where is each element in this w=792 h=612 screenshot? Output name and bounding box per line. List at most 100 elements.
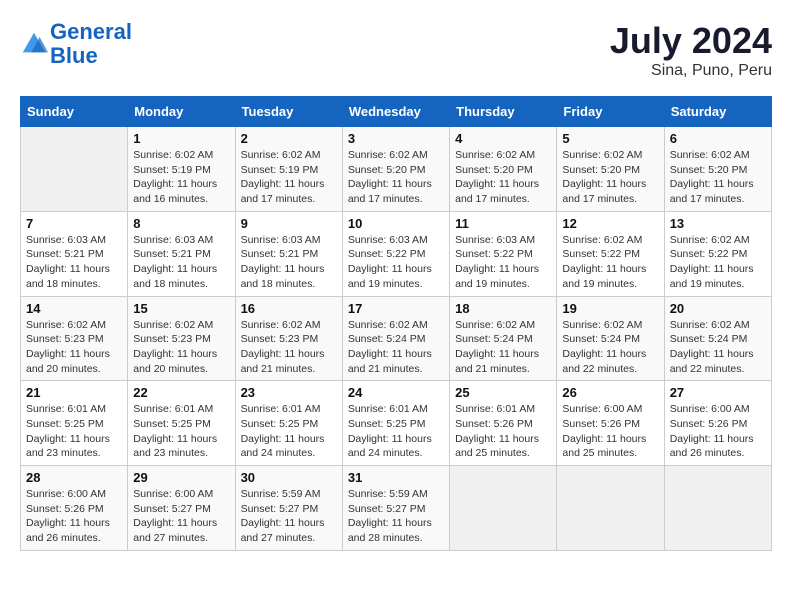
day-info: Sunrise: 5:59 AMSunset: 5:27 PMDaylight:…	[348, 487, 444, 546]
weekday-header-thursday: Thursday	[450, 97, 557, 127]
day-info: Sunrise: 6:02 AMSunset: 5:20 PMDaylight:…	[348, 148, 444, 207]
calendar-cell: 21 Sunrise: 6:01 AMSunset: 5:25 PMDayligh…	[21, 381, 128, 466]
day-number: 31	[348, 470, 444, 485]
calendar-cell	[21, 127, 128, 212]
day-number: 23	[241, 385, 337, 400]
day-number: 30	[241, 470, 337, 485]
page-header: General Blue July 2024 Sina, Puno, Peru	[20, 20, 772, 80]
day-number: 3	[348, 131, 444, 146]
day-info: Sunrise: 6:00 AMSunset: 5:26 PMDaylight:…	[670, 402, 766, 461]
day-info: Sunrise: 6:02 AMSunset: 5:20 PMDaylight:…	[562, 148, 658, 207]
calendar-table: SundayMondayTuesdayWednesdayThursdayFrid…	[20, 96, 772, 551]
day-number: 11	[455, 216, 551, 231]
day-info: Sunrise: 6:02 AMSunset: 5:23 PMDaylight:…	[26, 318, 122, 377]
day-number: 27	[670, 385, 766, 400]
calendar-cell	[557, 466, 664, 551]
weekday-header-sunday: Sunday	[21, 97, 128, 127]
calendar-cell: 30 Sunrise: 5:59 AMSunset: 5:27 PMDayligh…	[235, 466, 342, 551]
day-info: Sunrise: 6:01 AMSunset: 5:26 PMDaylight:…	[455, 402, 551, 461]
calendar-cell: 3 Sunrise: 6:02 AMSunset: 5:20 PMDaylight…	[342, 127, 449, 212]
calendar-cell: 20 Sunrise: 6:02 AMSunset: 5:24 PMDayligh…	[664, 296, 771, 381]
day-number: 6	[670, 131, 766, 146]
calendar-cell: 25 Sunrise: 6:01 AMSunset: 5:26 PMDayligh…	[450, 381, 557, 466]
title-area: July 2024 Sina, Puno, Peru	[610, 20, 772, 80]
day-number: 18	[455, 301, 551, 316]
day-number: 26	[562, 385, 658, 400]
location-subtitle: Sina, Puno, Peru	[610, 62, 772, 80]
day-info: Sunrise: 6:02 AMSunset: 5:23 PMDaylight:…	[241, 318, 337, 377]
day-info: Sunrise: 6:03 AMSunset: 5:21 PMDaylight:…	[241, 233, 337, 292]
calendar-cell: 23Sunrise: 6:01 AMSunset: 5:25 PMDayligh…	[235, 381, 342, 466]
day-info: Sunrise: 6:00 AMSunset: 5:27 PMDaylight:…	[133, 487, 229, 546]
weekday-header-tuesday: Tuesday	[235, 97, 342, 127]
day-number: 22	[133, 385, 229, 400]
day-number: 28	[26, 470, 122, 485]
logo: General Blue	[20, 20, 132, 68]
calendar-cell: 27 Sunrise: 6:00 AMSunset: 5:26 PMDayligh…	[664, 381, 771, 466]
calendar-cell: 24 Sunrise: 6:01 AMSunset: 5:25 PMDayligh…	[342, 381, 449, 466]
day-info: Sunrise: 6:02 AMSunset: 5:20 PMDaylight:…	[455, 148, 551, 207]
day-info: Sunrise: 6:01 AMSunset: 5:25 PMDaylight:…	[26, 402, 122, 461]
day-info: Sunrise: 6:02 AMSunset: 5:24 PMDaylight:…	[348, 318, 444, 377]
day-info: Sunrise: 6:00 AMSunset: 5:26 PMDaylight:…	[26, 487, 122, 546]
day-number: 5	[562, 131, 658, 146]
day-number: 1	[133, 131, 229, 146]
calendar-cell: 26 Sunrise: 6:00 AMSunset: 5:26 PMDayligh…	[557, 381, 664, 466]
day-info: Sunrise: 6:03 AMSunset: 5:21 PMDaylight:…	[26, 233, 122, 292]
day-info: Sunrise: 5:59 AMSunset: 5:27 PMDaylight:…	[241, 487, 337, 546]
calendar-cell: 6 Sunrise: 6:02 AMSunset: 5:20 PMDaylight…	[664, 127, 771, 212]
weekday-header-monday: Monday	[128, 97, 235, 127]
calendar-cell: 5 Sunrise: 6:02 AMSunset: 5:20 PMDaylight…	[557, 127, 664, 212]
day-info: Sunrise: 6:02 AMSunset: 5:24 PMDaylight:…	[670, 318, 766, 377]
day-info: Sunrise: 6:01 AMSunset: 5:25 PMDaylight:…	[348, 402, 444, 461]
day-number: 13	[670, 216, 766, 231]
day-info: Sunrise: 6:02 AMSunset: 5:23 PMDaylight:…	[133, 318, 229, 377]
day-number: 25	[455, 385, 551, 400]
day-number: 7	[26, 216, 122, 231]
logo-text: General Blue	[50, 20, 132, 68]
day-info: Sunrise: 6:02 AMSunset: 5:24 PMDaylight:…	[562, 318, 658, 377]
calendar-cell: 10Sunrise: 6:03 AMSunset: 5:22 PMDayligh…	[342, 211, 449, 296]
calendar-cell: 19 Sunrise: 6:02 AMSunset: 5:24 PMDayligh…	[557, 296, 664, 381]
month-title: July 2024	[610, 20, 772, 62]
day-info: Sunrise: 6:03 AMSunset: 5:22 PMDaylight:…	[455, 233, 551, 292]
day-number: 8	[133, 216, 229, 231]
weekday-header-friday: Friday	[557, 97, 664, 127]
day-info: Sunrise: 6:02 AMSunset: 5:22 PMDaylight:…	[562, 233, 658, 292]
logo-icon	[20, 30, 48, 58]
calendar-cell: 29 Sunrise: 6:00 AMSunset: 5:27 PMDayligh…	[128, 466, 235, 551]
calendar-cell: 13 Sunrise: 6:02 AMSunset: 5:22 PMDayligh…	[664, 211, 771, 296]
calendar-cell: 31 Sunrise: 5:59 AMSunset: 5:27 PMDayligh…	[342, 466, 449, 551]
calendar-cell: 16Sunrise: 6:02 AMSunset: 5:23 PMDayligh…	[235, 296, 342, 381]
day-info: Sunrise: 6:02 AMSunset: 5:22 PMDaylight:…	[670, 233, 766, 292]
calendar-cell	[664, 466, 771, 551]
day-info: Sunrise: 6:02 AMSunset: 5:19 PMDaylight:…	[133, 148, 229, 207]
day-info: Sunrise: 6:02 AMSunset: 5:19 PMDaylight:…	[241, 148, 337, 207]
calendar-cell: 4 Sunrise: 6:02 AMSunset: 5:20 PMDaylight…	[450, 127, 557, 212]
calendar-cell: 18 Sunrise: 6:02 AMSunset: 5:24 PMDayligh…	[450, 296, 557, 381]
day-number: 17	[348, 301, 444, 316]
day-number: 15	[133, 301, 229, 316]
day-info: Sunrise: 6:00 AMSunset: 5:26 PMDaylight:…	[562, 402, 658, 461]
day-info: Sunrise: 6:02 AMSunset: 5:20 PMDaylight:…	[670, 148, 766, 207]
calendar-cell: 22Sunrise: 6:01 AMSunset: 5:25 PMDayligh…	[128, 381, 235, 466]
day-number: 2	[241, 131, 337, 146]
day-number: 4	[455, 131, 551, 146]
day-number: 10	[348, 216, 444, 231]
weekday-header-wednesday: Wednesday	[342, 97, 449, 127]
day-number: 19	[562, 301, 658, 316]
calendar-cell	[450, 466, 557, 551]
day-number: 29	[133, 470, 229, 485]
calendar-cell: 7 Sunrise: 6:03 AMSunset: 5:21 PMDaylight…	[21, 211, 128, 296]
calendar-cell: 2 Sunrise: 6:02 AMSunset: 5:19 PMDaylight…	[235, 127, 342, 212]
day-info: Sunrise: 6:02 AMSunset: 5:24 PMDaylight:…	[455, 318, 551, 377]
day-number: 21	[26, 385, 122, 400]
calendar-cell: 8Sunrise: 6:03 AMSunset: 5:21 PMDaylight…	[128, 211, 235, 296]
day-number: 9	[241, 216, 337, 231]
day-number: 20	[670, 301, 766, 316]
calendar-cell: 11 Sunrise: 6:03 AMSunset: 5:22 PMDayligh…	[450, 211, 557, 296]
day-number: 24	[348, 385, 444, 400]
calendar-cell: 17 Sunrise: 6:02 AMSunset: 5:24 PMDayligh…	[342, 296, 449, 381]
calendar-cell: 15 Sunrise: 6:02 AMSunset: 5:23 PMDayligh…	[128, 296, 235, 381]
calendar-cell: 14Sunrise: 6:02 AMSunset: 5:23 PMDayligh…	[21, 296, 128, 381]
